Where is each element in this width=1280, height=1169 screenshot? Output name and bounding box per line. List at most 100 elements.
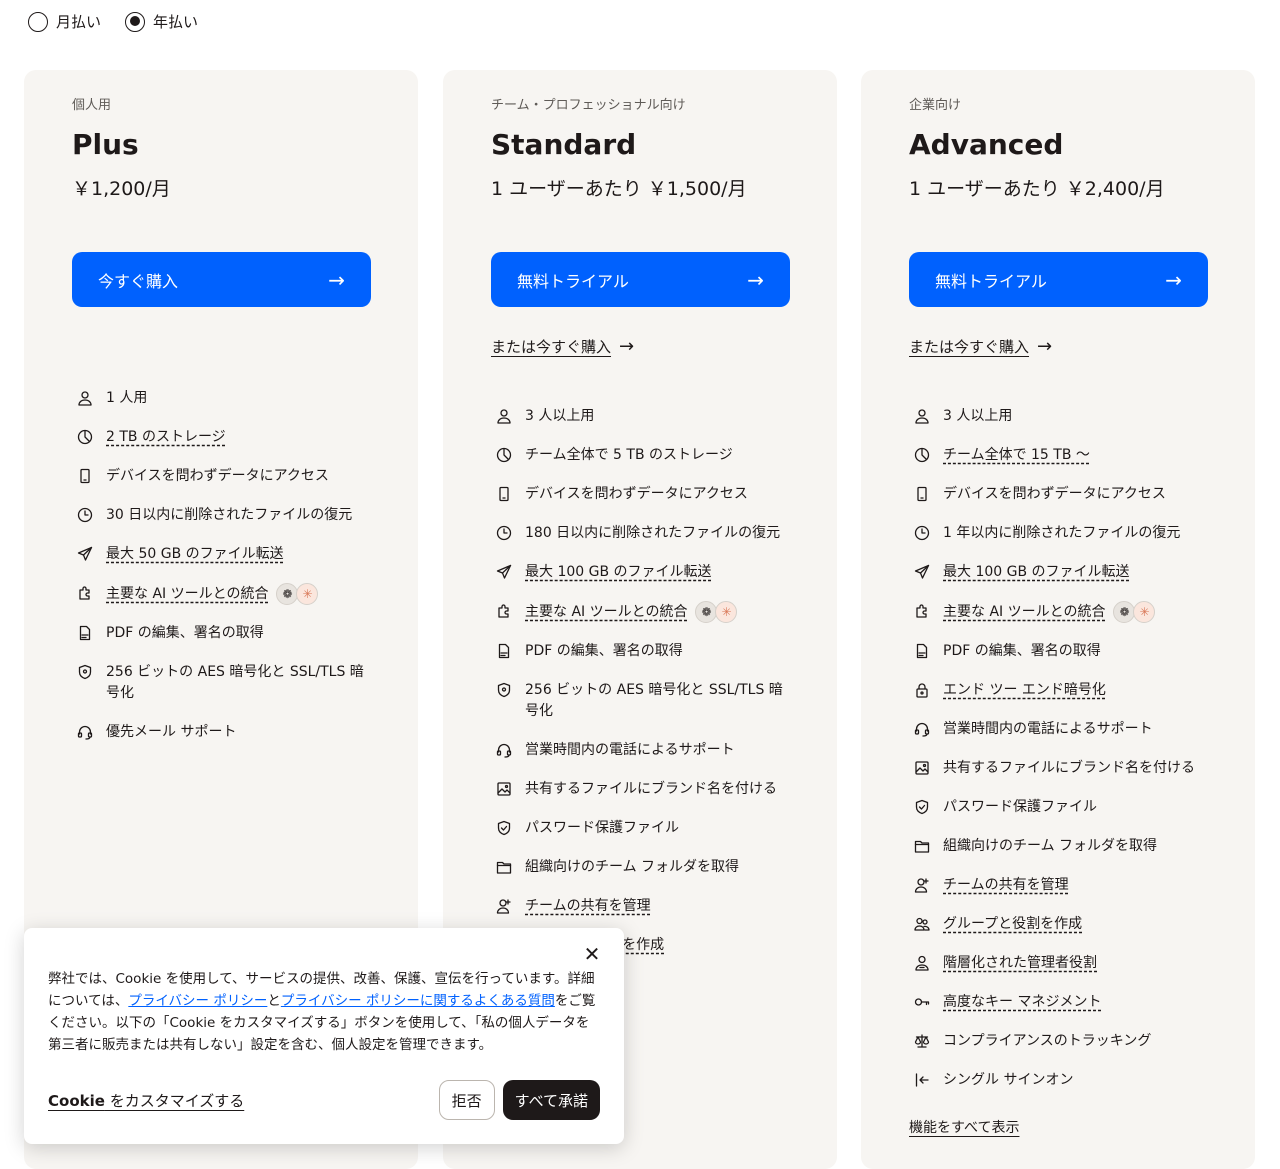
feature-list: 3 人以上用 チーム全体で 5 TB のストレージ デバイスを問わずデータにアクセス…: [491, 406, 789, 956]
person-icon: [495, 407, 513, 425]
feature-item: 180 日以内に削除されたファイルの復元: [495, 523, 789, 544]
cta-label: 今すぐ購入: [98, 271, 179, 291]
arrow-right-icon: →: [619, 335, 635, 357]
feature-text[interactable]: 最大 50 GB のファイル転送: [106, 546, 284, 562]
feature-text[interactable]: 主要な AI ツールとの統合: [525, 604, 687, 620]
feature-text: デバイスを問わずデータにアクセス: [943, 486, 1166, 502]
buy-now-button[interactable]: 今すぐ購入 →: [72, 252, 371, 307]
pie-chart-icon: [76, 428, 94, 446]
buy-now-link-label: または今すぐ購入: [491, 337, 612, 356]
plan-price: 1 ユーザーあたり ￥2,400/月: [909, 178, 1165, 200]
reject-button[interactable]: 拒否: [438, 1080, 495, 1120]
feature-text[interactable]: エンド ツー エンド暗号化: [943, 682, 1106, 698]
feature-item: 組織向けのチーム フォルダを取得: [495, 857, 789, 878]
image-icon: [495, 780, 513, 798]
plan-eyebrow: チーム・プロフェッショナル向け: [491, 98, 686, 113]
feature-text[interactable]: チームの共有を管理: [525, 898, 651, 914]
feature-item: 階層化された管理者役割: [913, 953, 1207, 974]
feature-item: 営業時間内の電話によるサポート: [913, 719, 1207, 740]
feature-text[interactable]: 主要な AI ツールとの統合: [106, 586, 268, 602]
arrow-right-icon: →: [747, 267, 764, 292]
feature-item: デバイスを問わずデータにアクセス: [913, 484, 1207, 505]
feature-item: 1 年以内に削除されたファイルの復元: [913, 523, 1207, 544]
close-icon[interactable]: ✕: [580, 942, 604, 966]
feature-item: チームの共有を管理: [495, 896, 789, 917]
buy-now-link[interactable]: または今すぐ購入 →: [909, 334, 1052, 358]
shield-check-icon: [495, 819, 513, 837]
feature-text: パスワード保護ファイル: [943, 799, 1097, 815]
free-trial-button[interactable]: 無料トライアル →: [491, 252, 790, 307]
feature-item: グループと役割を作成: [913, 914, 1207, 935]
feature-text[interactable]: 最大 100 GB のファイル転送: [525, 564, 712, 580]
plan-eyebrow: 個人用: [72, 98, 112, 113]
shield-icon: [495, 681, 513, 699]
feature-item: 30 日以内に削除されたファイルの復元: [76, 505, 370, 526]
plan-name: Standard: [491, 128, 637, 161]
cta-label: 無料トライアル: [935, 271, 1047, 291]
feature-item: コンプライアンスのトラッキング: [913, 1031, 1207, 1052]
pdf-icon: [913, 642, 931, 660]
accept-all-button[interactable]: すべて承諾: [502, 1080, 600, 1120]
feature-text[interactable]: チーム全体で 15 TB ～: [943, 447, 1090, 463]
plan-card-advanced: 企業向け Advanced 1 ユーザーあたり ￥2,400/月 無料トライアル…: [861, 70, 1255, 1169]
cookie-actions: Cookie をカスタマイズする 拒否 すべて承諾: [48, 1080, 600, 1120]
feature-text[interactable]: 最大 100 GB のファイル転送: [943, 564, 1130, 580]
arrow-right-icon: →: [328, 267, 345, 292]
free-trial-button[interactable]: 無料トライアル →: [909, 252, 1208, 307]
feature-item: デバイスを問わずデータにアクセス: [495, 484, 789, 505]
shield-icon: [76, 663, 94, 681]
buy-now-link[interactable]: または今すぐ購入 →: [491, 334, 634, 358]
feature-text[interactable]: 2 TB のストレージ: [106, 429, 226, 445]
feature-list: 3 人以上用 チーム全体で 15 TB ～ デバイスを問わずデータにアクセス 1 年以…: [909, 406, 1207, 1091]
puzzle-icon: [76, 584, 94, 602]
feature-text[interactable]: チームの共有を管理: [943, 877, 1069, 893]
feature-text: コンプライアンスのトラッキング: [943, 1033, 1152, 1049]
paper-plane-icon: [913, 563, 931, 581]
feature-text: 優先メール サポート: [106, 724, 237, 740]
arrow-right-icon: →: [1165, 267, 1182, 292]
pie-chart-icon: [913, 446, 931, 464]
feature-text[interactable]: 高度なキー マネジメント: [943, 994, 1101, 1010]
feature-text: 3 人以上用: [525, 408, 595, 424]
shield-check-icon: [913, 798, 931, 816]
pdf-icon: [76, 624, 94, 642]
ai-tool-badges: ❁ ✳: [276, 583, 319, 605]
claude-icon: ✳: [296, 583, 319, 605]
customize-cookies-link[interactable]: Cookie をカスタマイズする: [48, 1090, 244, 1111]
feature-text[interactable]: 主要な AI ツールとの統合: [943, 604, 1105, 620]
feature-item: チーム全体で 15 TB ～: [913, 445, 1207, 466]
feature-text: 共有するファイルにブランド名を付ける: [943, 760, 1195, 776]
feature-item: 主要な AI ツールとの統合 ❁ ✳: [913, 601, 1207, 623]
feature-item: PDF の編集、署名の取得: [76, 623, 370, 644]
feature-item: 最大 50 GB のファイル転送: [76, 544, 370, 565]
feature-text: PDF の編集、署名の取得: [943, 643, 1101, 659]
feature-text: 組織向けのチーム フォルダを取得: [943, 838, 1158, 854]
monthly-radio[interactable]: [28, 11, 48, 32]
claude-icon: ✳: [1133, 601, 1156, 623]
privacy-faq-link[interactable]: プライバシー ポリシーに関するよくある質問: [281, 993, 555, 1009]
feature-text: シングル サインオン: [943, 1072, 1074, 1088]
feature-item: パスワード保護ファイル: [495, 818, 789, 839]
feature-item: 1 人用: [76, 388, 370, 409]
feature-text: パスワード保護ファイル: [525, 820, 679, 836]
privacy-policy-link[interactable]: プライバシー ポリシー: [128, 993, 267, 1009]
feature-item: パスワード保護ファイル: [913, 797, 1207, 818]
billing-annual-option[interactable]: 年払い: [125, 11, 198, 32]
feature-text: 30 日以内に削除されたファイルの復元: [106, 507, 353, 523]
feature-text[interactable]: 階層化された管理者役割: [943, 955, 1097, 971]
sign-in-icon: [913, 1071, 931, 1089]
claude-icon: ✳: [715, 601, 738, 623]
cookie-banner: ✕ 弊社では、Cookie を使用して、サービスの提供、改善、保護、宣伝を行って…: [24, 928, 624, 1144]
headset-icon: [76, 723, 94, 741]
monthly-label: 月払い: [56, 13, 102, 31]
show-all-features-link[interactable]: 機能をすべて表示: [909, 1117, 1019, 1137]
key-icon: [913, 993, 931, 1011]
plan-name: Plus: [72, 128, 139, 161]
paper-plane-icon: [76, 545, 94, 563]
billing-monthly-option[interactable]: 月払い: [28, 11, 101, 32]
annual-radio[interactable]: [125, 11, 146, 32]
feature-item: 共有するファイルにブランド名を付ける: [495, 779, 789, 800]
feature-text[interactable]: グループと役割を作成: [943, 916, 1082, 932]
person-add-icon: [913, 876, 931, 894]
feature-text: 営業時間内の電話によるサポート: [525, 742, 735, 758]
